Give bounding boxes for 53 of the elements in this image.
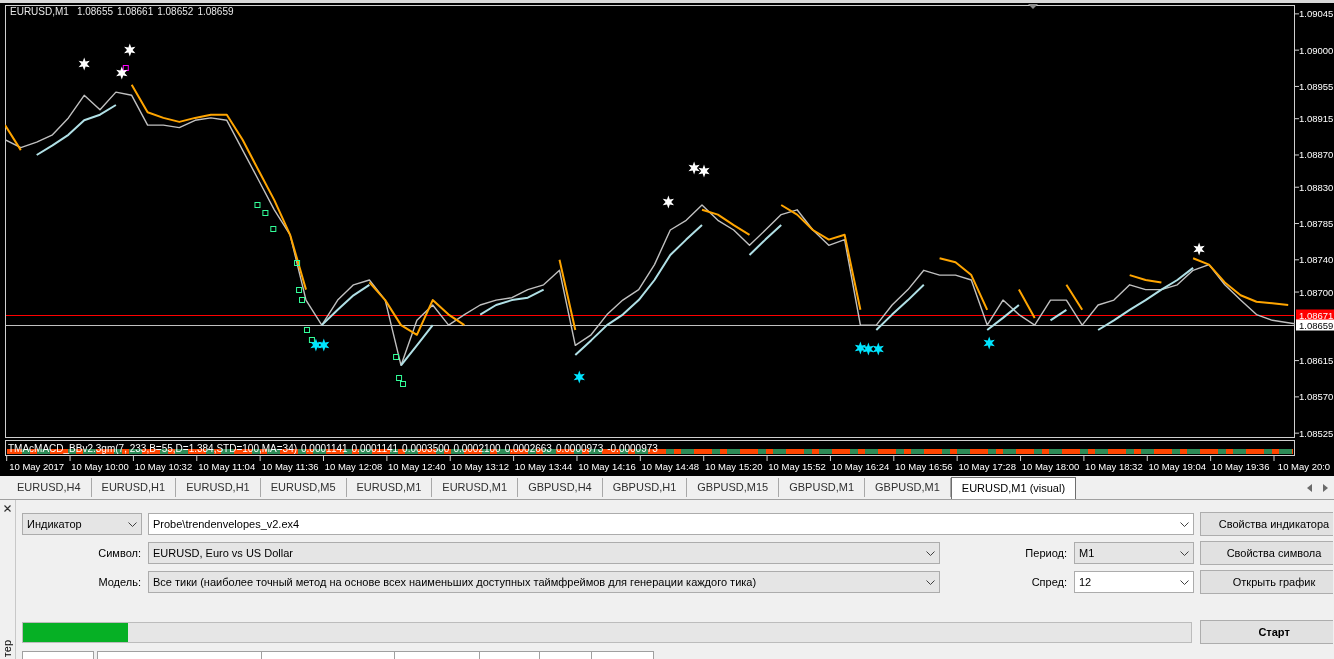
- time-axis-label: 10 May 18:00: [1021, 461, 1080, 472]
- time-axis-label: 10 May 16:56: [895, 461, 953, 472]
- time-axis-label: 10 May 19:36: [1211, 461, 1270, 472]
- time-axis-label: 10 May 14:48: [641, 461, 700, 472]
- price-value: 1.08655: [76, 6, 114, 18]
- panel-title: тер: [1, 639, 14, 657]
- indicator-value: 0.0000973: [555, 443, 604, 455]
- time-axis-label: 10 May 12:40: [388, 461, 446, 472]
- time-axis-label: 10 May 15:20: [704, 461, 763, 472]
- indicator-name: TMAcMACD_BBv2.3gm(7, 233,B=55,D=1.384,STD=100,MA=34): [8, 443, 298, 455]
- indicator-value: 0.0001141: [351, 443, 399, 455]
- price-axis-label: 1.08915: [1299, 113, 1334, 125]
- indicator-value: 0.0002100: [453, 443, 501, 455]
- time-axis-label: 10 May 13:44: [514, 461, 573, 472]
- price-value: 1.08661: [117, 6, 154, 18]
- price-axis-label: 1.08830: [1299, 181, 1334, 193]
- indicator-value: 0.0002663: [504, 443, 552, 455]
- time-axis-label: 10 May 15:52: [768, 461, 826, 472]
- price-axis-label: 1.08525: [1299, 427, 1334, 439]
- indicator-value: -0.0000973: [607, 443, 658, 455]
- price-axis-label: 1.08700: [1299, 286, 1334, 298]
- field-label: Символ:: [97, 545, 142, 561]
- time-axis-label: 10 May 10:00: [71, 461, 129, 472]
- time-axis-label: 10 May 18:32: [1085, 461, 1143, 472]
- time-axis-label: 10 May 11:36: [261, 461, 319, 472]
- price-axis-label: 1.09000: [1299, 44, 1334, 56]
- field-label: Спред:: [1030, 574, 1068, 590]
- field-label: Период:: [1024, 545, 1068, 561]
- time-axis-label: 10 May 20:0: [1277, 461, 1331, 472]
- price-value: 1.08652: [157, 6, 194, 18]
- time-axis-label: 10 May 10:32: [134, 461, 193, 472]
- price-axis-label: 1.09045: [1299, 8, 1334, 20]
- time-axis-label: 10 May 16:24: [831, 461, 890, 472]
- price-level-label: 1.08671: [1296, 309, 1334, 321]
- time-axis-label: 10 May 19:04: [1148, 461, 1207, 472]
- price-axis-label: 1.08955: [1299, 80, 1334, 92]
- time-axis-label: 10 May 13:12: [451, 461, 510, 472]
- time-axis-label: 10 May 11:04: [198, 461, 256, 472]
- field-label: Модель:: [97, 574, 142, 590]
- time-axis-label: 10 May 14:16: [578, 461, 636, 472]
- time-axis-label: 10 May 2017: [9, 461, 65, 472]
- time-axis-label: 10 May 12:08: [324, 461, 383, 472]
- price-axis-label: 1.08615: [1299, 355, 1334, 367]
- time-axis-label: 10 May 17:28: [958, 461, 1016, 472]
- price-axis-label: 1.08570: [1299, 391, 1334, 403]
- price-axis-label: 1.08785: [1299, 218, 1334, 229]
- price-axis-label: 1.08740: [1299, 254, 1334, 266]
- indicator-value: 0.0003500: [402, 443, 450, 455]
- indicator-value: 0.0001141: [301, 443, 348, 455]
- price-level-label: 1.08659: [1296, 319, 1334, 331]
- chart-symbol: EURUSD,M1: [10, 6, 69, 18]
- price-value: 1.08659: [197, 6, 234, 18]
- price-axis-label: 1.08870: [1299, 149, 1334, 161]
